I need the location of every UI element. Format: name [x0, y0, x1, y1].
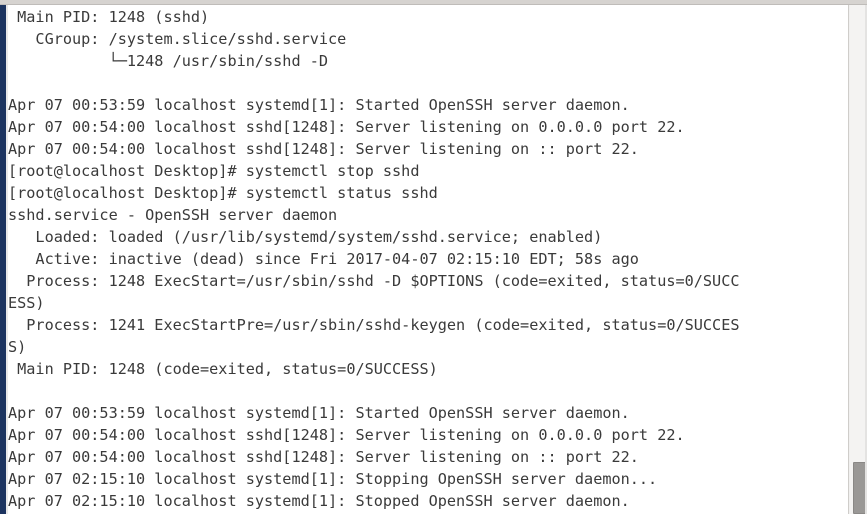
terminal-line: [root@localhost Desktop]# systemctl stat…: [8, 184, 438, 202]
terminal-line: Apr 07 00:54:00 localhost sshd[1248]: Se…: [8, 448, 639, 466]
terminal-line: Apr 07 02:15:10 localhost systemd[1]: St…: [8, 492, 630, 510]
terminal-line: S): [8, 338, 27, 356]
terminal-line: Loaded: loaded (/usr/lib/systemd/system/…: [8, 228, 603, 246]
terminal-line: Apr 07 00:53:59 localhost systemd[1]: St…: [8, 404, 630, 422]
terminal-line: ESS): [8, 294, 45, 312]
terminal-line: Process: 1248 ExecStart=/usr/sbin/sshd -…: [8, 272, 740, 290]
terminal-line: └─1248 /usr/sbin/sshd -D: [8, 52, 329, 70]
terminal-line: Main PID: 1248 (code=exited, status=0/SU…: [8, 360, 438, 378]
terminal-output: Main PID: 1248 (sshd) CGroup: /system.sl…: [8, 5, 848, 514]
terminal-line: sshd.service - OpenSSH server daemon: [8, 206, 338, 224]
terminal-line: Apr 07 00:54:00 localhost sshd[1248]: Se…: [8, 118, 685, 136]
terminal-line: Process: 1241 ExecStartPre=/usr/sbin/ssh…: [8, 316, 740, 334]
window-chrome-strip: [0, 0, 867, 5]
terminal-line: Apr 07 00:53:59 localhost systemd[1]: St…: [8, 96, 630, 114]
terminal-line: CGroup: /system.slice/sshd.service: [8, 30, 347, 48]
terminal-line: [root@localhost Desktop]# systemctl stop…: [8, 162, 420, 180]
terminal-line: Apr 07 00:54:00 localhost sshd[1248]: Se…: [8, 426, 685, 444]
terminal-line: Apr 07 00:54:00 localhost sshd[1248]: Se…: [8, 140, 639, 158]
terminal-line: Active: inactive (dead) since Fri 2017-0…: [8, 250, 639, 268]
terminal-line: Main PID: 1248 (sshd): [8, 8, 210, 26]
terminal-line: Apr 07 02:15:10 localhost systemd[1]: St…: [8, 470, 658, 488]
window-frame-left-inner-edge: [6, 5, 8, 514]
terminal-window: Main PID: 1248 (sshd) CGroup: /system.sl…: [0, 0, 867, 514]
terminal-screen[interactable]: Main PID: 1248 (sshd) CGroup: /system.sl…: [8, 5, 848, 514]
